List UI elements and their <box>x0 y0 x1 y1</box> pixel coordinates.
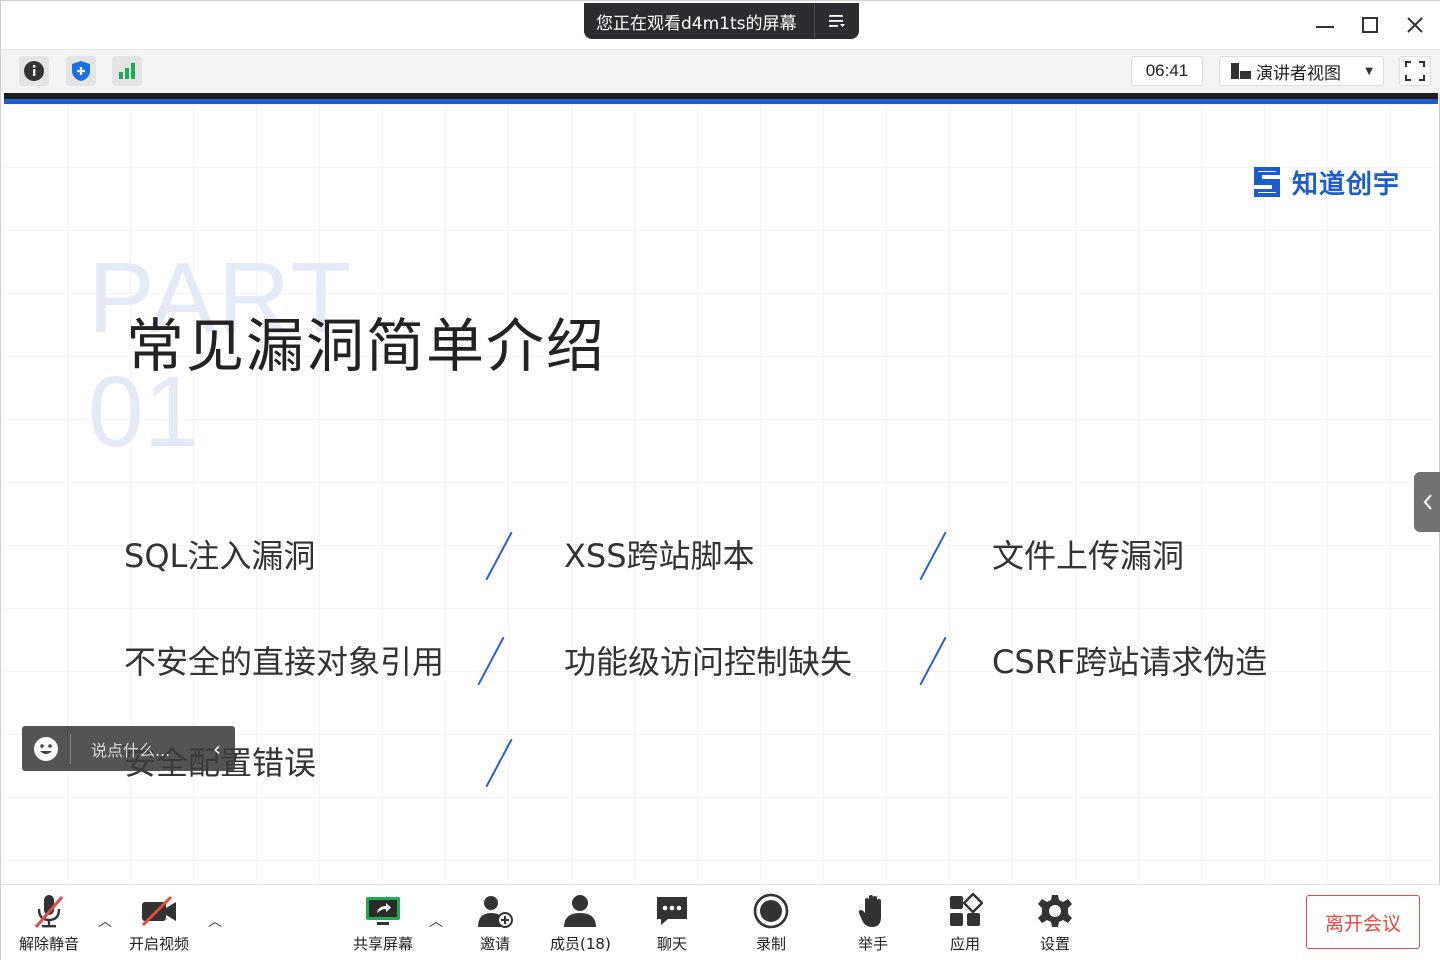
unmute-button[interactable]: 解除静音 <box>19 891 79 954</box>
vuln-item: CSRF跨站请求伪造 <box>992 643 1268 681</box>
meeting-toolbar: 06:41 演讲者视图 ▼ <box>1 49 1440 93</box>
chevron-up-icon[interactable]: ︿ <box>429 911 443 931</box>
view-mode-select[interactable]: 演讲者视图 ▼ <box>1219 56 1384 86</box>
view-mode-label: 演讲者视图 <box>1256 63 1341 84</box>
record-icon <box>751 891 791 931</box>
chevron-down-icon: ▼ <box>1365 65 1373 77</box>
maximize-icon[interactable] <box>1358 13 1382 37</box>
close-icon[interactable] <box>1403 13 1427 37</box>
info-icon[interactable] <box>19 56 49 86</box>
slide-title: 常见漏洞简单介绍 <box>126 312 607 380</box>
share-notice-pill: 您正在观看d4m1ts的屏幕 <box>584 3 859 39</box>
title-bar: 您正在观看d4m1ts的屏幕 <box>1 1 1440 49</box>
signal-icon[interactable] <box>112 56 142 86</box>
share-screen-icon <box>363 891 403 931</box>
share-screen-label: 共享屏幕 <box>353 935 414 953</box>
gear-icon <box>1035 891 1075 931</box>
chevron-up-icon[interactable]: ︿ <box>208 911 222 931</box>
settings-button[interactable]: 设置 <box>1035 891 1075 954</box>
mic-muted-icon <box>29 891 69 931</box>
logo-mark-icon <box>1254 167 1280 197</box>
share-screen-button[interactable]: 共享屏幕 <box>353 891 413 954</box>
unmute-label: 解除静音 <box>19 935 80 953</box>
layout-icon <box>1231 63 1251 79</box>
chat-button[interactable]: 聊天 <box>652 891 692 954</box>
record-label: 录制 <box>755 935 786 953</box>
chevron-left-icon <box>1423 494 1432 510</box>
minimize-icon[interactable] <box>1313 13 1337 37</box>
chevron-left-icon[interactable]: ‹ <box>213 737 221 761</box>
share-notice-text: 您正在观看d4m1ts的屏幕 <box>596 13 797 34</box>
vuln-item: SQL注入漏洞 <box>124 537 316 575</box>
invite-button[interactable]: 邀请 <box>475 891 515 954</box>
apps-icon <box>945 891 985 931</box>
leave-meeting-button[interactable]: 离开会议 <box>1306 895 1420 949</box>
bottom-control-bar: 解除静音 ︿ 开启视频 ︿ 共享屏幕 ︿ 邀请 成员(18) 聊天 录制 举手 … <box>1 884 1440 960</box>
raise-hand-button[interactable]: 举手 <box>853 891 893 954</box>
apps-button[interactable]: 应用 <box>945 891 985 954</box>
fullscreen-icon[interactable] <box>1399 56 1431 86</box>
vuln-item: XSS跨站脚本 <box>564 537 755 575</box>
members-icon <box>560 891 600 931</box>
vuln-item: 不安全的直接对象引用 <box>124 643 445 681</box>
company-logo: 知道创宇 <box>1248 163 1400 201</box>
hand-icon <box>853 891 893 931</box>
meeting-window: 您正在观看d4m1ts的屏幕 06:41 演讲者视图 ▼ 知道创宇 PART 0… <box>0 0 1440 960</box>
apps-label: 应用 <box>949 935 980 953</box>
raise-hand-label: 举手 <box>857 935 888 953</box>
shield-icon[interactable] <box>66 56 96 86</box>
invite-label: 邀请 <box>479 935 510 953</box>
settings-label: 设置 <box>1039 935 1070 953</box>
logo-text: 知道创宇 <box>1292 169 1401 200</box>
add-user-icon <box>475 891 515 931</box>
chat-placeholder: 说点什么... <box>91 740 171 760</box>
members-label: 成员(18) <box>550 935 611 953</box>
record-button[interactable]: 录制 <box>751 891 791 954</box>
start-video-button[interactable]: 开启视频 <box>129 891 189 954</box>
start-video-label: 开启视频 <box>129 935 190 953</box>
side-panel-toggle[interactable] <box>1414 472 1440 532</box>
camera-off-icon <box>139 891 179 931</box>
chat-icon <box>652 891 692 931</box>
quick-chat-input[interactable]: 说点什么... ‹ <box>22 726 235 771</box>
members-button[interactable]: 成员(18) <box>550 891 611 954</box>
list-icon[interactable] <box>815 3 859 39</box>
meeting-timer: 06:41 <box>1131 56 1203 86</box>
vuln-item: 文件上传漏洞 <box>992 537 1185 575</box>
chat-label: 聊天 <box>656 935 687 953</box>
emoji-icon[interactable] <box>22 726 70 771</box>
vuln-item: 功能级访问控制缺失 <box>564 643 853 681</box>
chevron-up-icon[interactable]: ︿ <box>98 911 112 931</box>
